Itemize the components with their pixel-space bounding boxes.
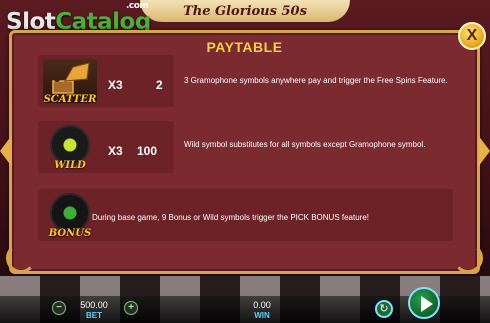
watermark-com: .com [126,1,149,11]
bonus-description: During base game, 9 Bonus or Wild symbol… [92,213,370,222]
wild-disc [50,125,90,165]
spin-button[interactable] [408,287,440,319]
previous-page-arrow-icon[interactable] [0,135,12,167]
autoplay-button[interactable]: ↻ [375,300,393,318]
wild-label: WILD [54,160,86,171]
refresh-icon: ↻ [379,303,389,315]
game-title: The Glorious 50s [183,3,307,19]
green-record-icon: BONUS [43,193,97,239]
bonus-disc [50,193,90,233]
bonus-label: BONUS [48,228,92,239]
bet-label: BET [86,311,102,320]
scatter-payout: 2 [156,78,163,92]
bet-value: 500.00 [80,300,108,310]
close-icon: X [466,27,478,44]
wild-payout: 100 [137,144,158,158]
scatter-description: 3 Gramophone symbols anywhere pay and tr… [184,76,448,85]
paytable-panel: PAYTABLE SCATTER X3 2 3 Gramophone symbo… [6,30,483,274]
game-title-banner: The Glorious 50s [140,0,350,22]
gramophone-icon: SCATTER [43,59,97,105]
scatter-multiplier: X3 [108,78,123,92]
bet-increase-button[interactable]: + [124,301,138,315]
corner-scroll-left [6,243,36,273]
corner-scroll-right [453,243,483,273]
close-button[interactable]: X [458,22,486,50]
scatter-label: SCATTER [43,94,97,105]
next-page-arrow-icon[interactable] [478,135,490,167]
vinyl-record-icon: WILD [43,125,97,171]
paytable-title: PAYTABLE [206,39,283,55]
wild-multiplier: X3 [108,144,123,158]
bet-decrease-button[interactable]: − [52,301,66,315]
win-value: 0.00 [253,300,271,310]
wild-description: Wild symbol substitutes for all symbols … [184,140,426,149]
win-label: WIN [254,311,270,320]
